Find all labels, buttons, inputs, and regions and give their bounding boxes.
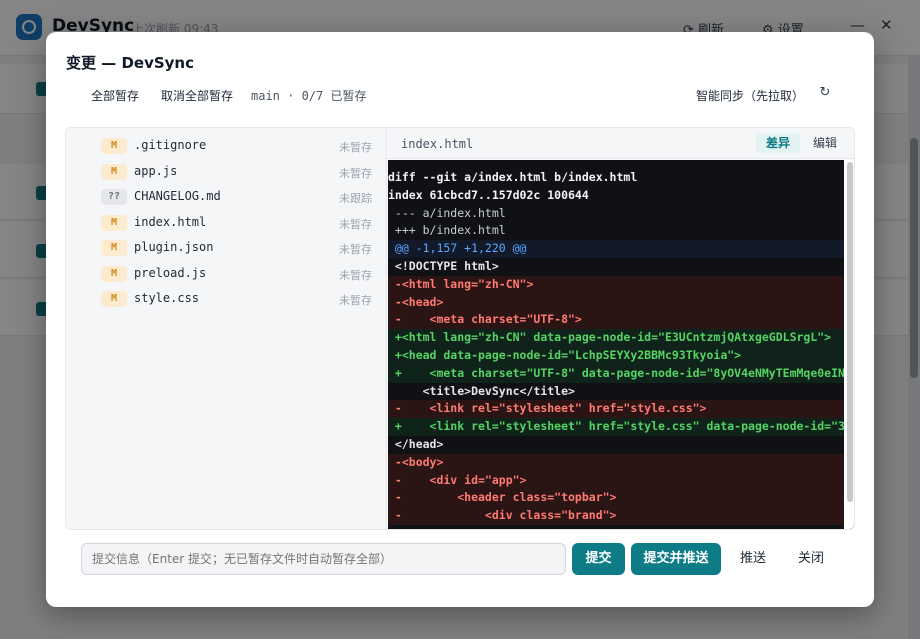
- file-status-badge: M: [101, 240, 127, 256]
- file-status-badge: M: [101, 138, 127, 154]
- diff-line-ctx: <title>DevSync</title>: [388, 383, 575, 398]
- diff-line-file: --- a/index.html: [388, 205, 506, 220]
- file-stage-status: 未暂存: [339, 268, 372, 282]
- file-list-item[interactable]: Mstyle.css 未暂存: [66, 286, 386, 311]
- file-list-item[interactable]: Mapp.js 未暂存: [66, 159, 386, 184]
- diff-line-ctx: <!DOCTYPE html>: [388, 259, 499, 273]
- file-status-badge: M: [101, 163, 127, 180]
- diff-line-del: - <div class="brand">: [388, 507, 844, 525]
- file-status-badge: M: [101, 265, 127, 282]
- stage-all-button[interactable]: 全部暂存: [91, 87, 139, 104]
- file-name: index.html: [134, 214, 207, 229]
- diff-line-meta: index 61cbcd7..157d02c 100644: [388, 187, 589, 202]
- tab-edit[interactable]: 编辑: [808, 133, 842, 153]
- refresh-icon[interactable]: ↻: [818, 86, 832, 100]
- close-button[interactable]: 关闭: [786, 543, 836, 575]
- diff-line-del: -<head>: [388, 293, 844, 312]
- diff-line-del: - <div id="app">: [388, 471, 844, 490]
- diff-line-ctx: </head>: [388, 437, 444, 451]
- diff-scrollbar-thumb[interactable]: [847, 162, 853, 502]
- file-list: M .gitignore 未暂存 Mapp.js 未暂存?? CHANGELOG.md 未跟…: [66, 128, 387, 529]
- file-stage-status: 未暂存: [339, 141, 372, 154]
- commit-message-input[interactable]: [81, 543, 566, 575]
- diff-scrollbar[interactable]: [844, 160, 854, 529]
- file-list-item[interactable]: M .gitignore 未暂存: [66, 133, 386, 158]
- smart-sync-button[interactable]: 智能同步（先拉取）: [696, 87, 804, 104]
- diff-line-add: + <link rel="stylesheet" href="style.css…: [388, 418, 844, 436]
- changes-panel: M .gitignore 未暂存 Mapp.js 未暂存?? CHANGELOG.md 未跟…: [65, 127, 855, 530]
- diff-line-del: - <meta charset="UTF-8">: [388, 311, 844, 330]
- file-name: .gitignore: [134, 138, 207, 152]
- diff-line-del: -<html lang="zh-CN">: [388, 275, 844, 294]
- diff-filename: index.html: [401, 137, 474, 151]
- file-name: plugin.json: [134, 240, 214, 254]
- diff-line-add: +<head data-page-node-id="LchpSEYXy2BBMc…: [388, 347, 844, 365]
- push-button[interactable]: 推送: [728, 543, 778, 575]
- diff-line-del: - <header class="topbar">: [388, 489, 844, 508]
- diff-line-meta: diff --git a/index.html b/index.html: [388, 170, 638, 184]
- file-stage-status: 未暂存: [339, 243, 372, 256]
- unstage-all-button[interactable]: 取消全部暂存: [161, 87, 233, 104]
- changes-dialog: 变更 — DevSync 全部暂存 取消全部暂存 main · 0/7 已暂存 …: [46, 32, 874, 607]
- commit-button[interactable]: 提交: [572, 543, 625, 575]
- tab-diff[interactable]: 差异: [756, 133, 800, 153]
- diff-view[interactable]: - <div class="brand"> - <header class="t…: [388, 160, 854, 529]
- file-name: preload.js: [134, 265, 207, 280]
- diff-line-file: +++ b/index.html: [388, 223, 506, 238]
- file-name: style.css: [134, 291, 200, 305]
- diff-header: index.html 差异 编辑: [388, 128, 854, 159]
- file-stage-status: 未暂存: [339, 294, 372, 307]
- diff-line-add: +<html lang="zh-CN" data-page-node-id="E…: [388, 329, 844, 347]
- branch-status: main · 0/7 已暂存: [251, 89, 367, 103]
- file-stage-status: 未暂存: [339, 217, 372, 231]
- file-status-badge: M: [101, 291, 127, 307]
- file-status-badge: ??: [101, 189, 127, 205]
- diff-line-del: -<body>: [388, 453, 844, 472]
- diff-line-add: + <meta charset="UTF-8" data-page-node-i…: [388, 364, 844, 383]
- file-name: app.js: [134, 163, 178, 178]
- file-stage-status: 未暂存: [339, 166, 372, 180]
- dialog-title: 变更 — DevSync: [66, 54, 194, 72]
- diff-line-hunk: @@ -1,157 +1,220 @@: [388, 240, 844, 258]
- file-list-item[interactable]: Mplugin.json 未暂存: [66, 235, 386, 260]
- file-stage-status: 未跟踪: [339, 192, 372, 205]
- file-list-item[interactable]: Mpreload.js 未暂存: [66, 261, 386, 286]
- file-name: CHANGELOG.md: [134, 189, 221, 203]
- diff-line-del: - <link rel="stylesheet" href="style.css…: [388, 400, 844, 419]
- file-list-item[interactable]: ?? CHANGELOG.md 未跟踪: [66, 184, 386, 209]
- file-list-item[interactable]: Mindex.html 未暂存: [66, 210, 386, 235]
- file-status-badge: M: [101, 214, 127, 231]
- commit-and-push-button[interactable]: 提交并推送: [631, 543, 721, 575]
